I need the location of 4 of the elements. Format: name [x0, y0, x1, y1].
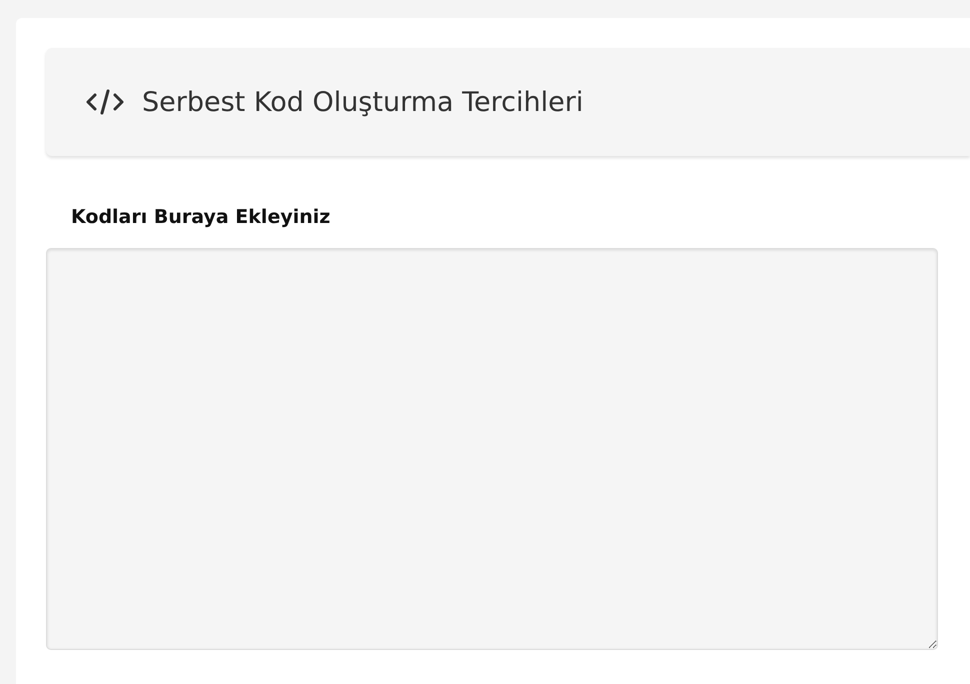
code-icon: [86, 89, 124, 115]
code-input-field[interactable]: [46, 248, 938, 650]
section-title: Serbest Kod Oluşturma Tercihleri: [142, 86, 584, 118]
field-label: Kodları Buraya Ekleyiniz: [71, 206, 330, 228]
